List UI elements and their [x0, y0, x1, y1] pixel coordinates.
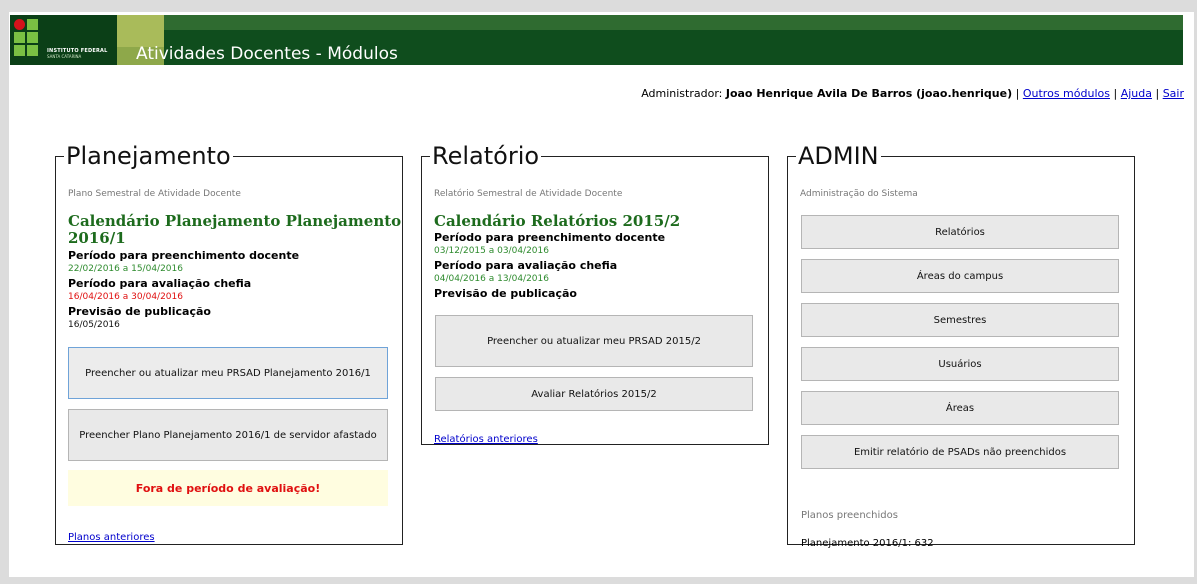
separator: |: [1113, 87, 1118, 100]
periodo-docente-label: Período para preenchimento docente: [434, 231, 666, 244]
planos-preenchidos-value: Planejamento 2016/1: 632: [801, 538, 934, 549]
calendar-title: Calendário Relatórios 2015/2: [434, 212, 681, 230]
user-name: Joao Henrique Avila De Barros (joao.henr…: [725, 87, 1013, 100]
app-header: INSTITUTO FEDERAL SANTA CATARINA Ativida…: [10, 15, 1183, 65]
logo-square: [14, 45, 25, 56]
logo-square: [27, 32, 38, 43]
ifsc-logo: INSTITUTO FEDERAL SANTA CATARINA: [10, 15, 117, 65]
calendar-title-line1: Calendário Planejamento Planejamento: [68, 212, 402, 230]
planos-anteriores-link[interactable]: Planos anteriores: [68, 532, 155, 543]
avaliar-relatorios-button[interactable]: Avaliar Relatórios 2015/2: [435, 377, 753, 411]
logo-square: [27, 19, 38, 30]
relatorio-title: Relatório: [432, 142, 540, 170]
header-accent-light: [117, 15, 164, 47]
relatorio-panel: Relatório Relatório Semestral de Ativida…: [421, 142, 769, 445]
user-role-label: Administrador:: [641, 87, 723, 100]
planos-preenchidos-label: Planos preenchidos: [801, 510, 898, 521]
separator: |: [1015, 87, 1020, 100]
logo-subtext: SANTA CATARINA: [47, 54, 82, 59]
periodo-docente-dates: 22/02/2016 a 15/04/2016: [68, 264, 183, 274]
periodo-chefia-label: Período para avaliação chefia: [68, 277, 252, 290]
sair-link[interactable]: Sair: [1163, 87, 1184, 100]
preencher-prsad-relatorio-button[interactable]: Preencher ou atualizar meu PRSAD 2015/2: [435, 315, 753, 367]
user-bar: Administrador: Joao Henrique Avila De Ba…: [641, 87, 1184, 100]
header-top-stripe: [10, 15, 1183, 30]
separator: |: [1155, 87, 1160, 100]
admin-title: ADMIN: [798, 142, 879, 170]
calendar-title: Calendário Planejamento Planejamento 201…: [68, 213, 401, 247]
periodo-chefia-dates: 16/04/2016 a 30/04/2016: [68, 292, 183, 302]
previsao-label: Previsão de publicação: [68, 305, 211, 318]
areas-button[interactable]: Áreas: [801, 391, 1119, 425]
previsao-date: 16/05/2016: [68, 320, 120, 330]
periodo-chefia-label: Período para avaliação chefia: [434, 259, 618, 272]
usuarios-button[interactable]: Usuários: [801, 347, 1119, 381]
previsao-label: Previsão de publicação: [434, 287, 577, 300]
outros-modulos-link[interactable]: Outros módulos: [1023, 87, 1110, 100]
admin-panel: ADMIN Administração do Sistema Relatório…: [787, 142, 1135, 549]
preencher-servidor-afastado-button[interactable]: Preencher Plano Planejamento 2016/1 de s…: [68, 409, 388, 461]
relatorios-button[interactable]: Relatórios: [801, 215, 1119, 249]
areas-do-campus-button[interactable]: Áreas do campus: [801, 259, 1119, 293]
semestres-button[interactable]: Semestres: [801, 303, 1119, 337]
admin-subtitle: Administração do Sistema: [800, 189, 918, 199]
preencher-prsad-planejamento-button[interactable]: Preencher ou atualizar meu PRSAD Planeja…: [68, 347, 388, 399]
logo-square: [14, 32, 25, 43]
calendar-title-line2: 2016/1: [68, 229, 126, 247]
logo-square: [27, 45, 38, 56]
planejamento-title: Planejamento: [66, 142, 231, 170]
app-title: Atividades Docentes - Módulos: [136, 44, 398, 64]
logo-red-dot: [14, 19, 25, 30]
ajuda-link[interactable]: Ajuda: [1121, 87, 1152, 100]
relatorio-subtitle: Relatório Semestral de Atividade Docente: [434, 189, 623, 199]
emitir-relatorio-button[interactable]: Emitir relatório de PSADs não preenchido…: [801, 435, 1119, 469]
planejamento-panel: Planejamento Plano Semestral de Atividad…: [55, 142, 403, 545]
periodo-docente-label: Período para preenchimento docente: [68, 249, 300, 262]
warning-message: Fora de período de avaliação!: [68, 470, 388, 506]
planejamento-subtitle: Plano Semestral de Atividade Docente: [68, 189, 241, 199]
periodo-chefia-dates: 04/04/2016 a 13/04/2016: [434, 274, 549, 284]
relatorios-anteriores-link[interactable]: Relatórios anteriores: [434, 434, 538, 445]
periodo-docente-dates: 03/12/2015 a 03/04/2016: [434, 246, 549, 256]
